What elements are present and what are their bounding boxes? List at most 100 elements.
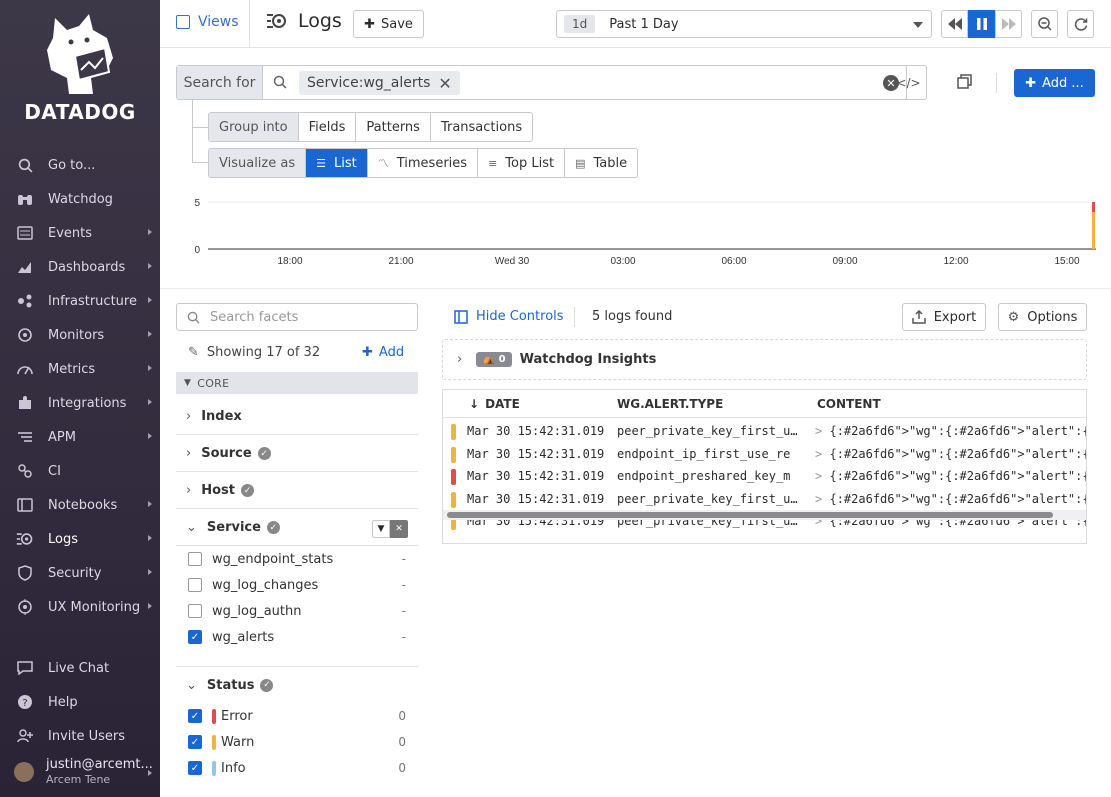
rewind-button[interactable] [941, 10, 968, 38]
sidebar-item-go-to[interactable]: Go to... [0, 150, 160, 180]
sidebar-item-apm[interactable]: APM [0, 422, 160, 452]
pause-button[interactable] [968, 10, 995, 38]
visualize-as-selector: Visualize as ☰ List 〽 Timeseries ≡ Top L… [208, 148, 639, 178]
search-icon [16, 156, 34, 174]
sidebar-item-metrics[interactable]: Metrics [0, 354, 160, 384]
facet-group-host[interactable]: › Host ✓ [176, 473, 418, 509]
facet-group-status[interactable]: ⌄ Status ✓ [176, 667, 418, 703]
check-circle-icon: ✓ [257, 447, 271, 460]
facet-value-wg-log-changes[interactable]: wg_log_changes - [188, 574, 418, 596]
chart-bar-warn [1092, 212, 1095, 249]
plus-icon: ✚ [362, 345, 373, 360]
save-button[interactable]: ✚ Save [353, 10, 424, 38]
checkbox[interactable]: ✓ [188, 761, 202, 775]
user-menu[interactable]: justin@arcemt... Arcem Tene [0, 752, 160, 792]
facet-group-label: Host [201, 483, 235, 498]
facet-count[interactable]: ✎ Showing 17 of 32 [188, 345, 320, 360]
timeseries-icon: 〽 [377, 157, 389, 170]
facet-search-placeholder: Search facets [210, 309, 299, 325]
add-facet-label: Add [378, 345, 405, 360]
facet-value-wg-alerts[interactable]: ✓ wg_alerts - [188, 626, 418, 648]
facet-group-index[interactable]: › Index [176, 399, 418, 435]
hide-controls-button[interactable]: Hide Controls [454, 309, 564, 324]
sidebar-item-ci[interactable]: CI [0, 456, 160, 486]
sidebar-item-notebooks[interactable]: Notebooks [0, 490, 160, 520]
facet-search-input[interactable]: Search facets [176, 303, 418, 331]
group-into-patterns[interactable]: Patterns [356, 113, 431, 141]
table-row[interactable]: Mar 30 15:42:31.019 peer_private_key_firs… [443, 421, 1086, 443]
divider [249, 0, 250, 48]
sidebar-item-monitors[interactable]: Monitors [0, 320, 160, 350]
visualize-table[interactable]: ▤ Table [565, 149, 637, 177]
visualize-timeseries[interactable]: 〽 Timeseries [368, 149, 479, 177]
sidebar-item-live-chat[interactable]: Live Chat [0, 653, 160, 683]
group-into-transactions[interactable]: Transactions [431, 113, 532, 141]
top-bar: Views Logs ✚ Save 1d Past 1 Day [160, 0, 1111, 48]
checkbox[interactable]: ✓ [188, 735, 202, 749]
checkbox[interactable] [188, 604, 202, 618]
hide-controls-label: Hide Controls [476, 309, 564, 324]
column-header-date[interactable]: ↓ DATE [469, 397, 520, 411]
datadog-logo[interactable]: DATADOG [0, 8, 160, 133]
views-button[interactable]: Views [176, 14, 239, 30]
horizontal-scrollbar[interactable] [447, 512, 1053, 518]
core-section-header[interactable]: ▼ CORE [176, 372, 418, 394]
filter-icon[interactable]: ▼ [372, 520, 390, 538]
table-row[interactable]: Mar 30 15:42:31.019 peer_private_key_firs… [443, 489, 1086, 511]
checkbox[interactable]: ✓ [188, 630, 202, 644]
code-view-button[interactable]: </> [891, 65, 927, 100]
sidebar-item-security[interactable]: Security [0, 558, 160, 588]
facet-value-status-warn[interactable]: ✓ Warn 0 [188, 731, 418, 753]
binoculars-icon [16, 190, 34, 208]
sidebar-item-infrastructure[interactable]: Infrastructure [0, 286, 160, 316]
column-header-alert-type[interactable]: WG.ALERT.TYPE [617, 397, 723, 411]
checkbox[interactable] [188, 578, 202, 592]
column-header-content[interactable]: CONTENT [817, 397, 881, 411]
group-into-label: Group into [209, 113, 299, 141]
sidebar-item-logs[interactable]: Logs [0, 524, 160, 554]
log-volume-chart[interactable]: 5 0 18:00 21:00 Wed 30 03:00 06:00 09:00 12:00… [160, 190, 1111, 270]
checkbox[interactable]: ✓ [188, 709, 202, 723]
facet-value-status-error[interactable]: ✓ Error 0 [188, 705, 418, 727]
zoom-out-button[interactable] [1031, 10, 1058, 38]
sidebar-item-integrations[interactable]: Integrations [0, 388, 160, 418]
add-facet-button[interactable]: ✚ Add [362, 345, 404, 360]
time-range-selector[interactable]: 1d Past 1 Day [556, 10, 932, 38]
visualize-toplist[interactable]: ≡ Top List [478, 149, 566, 177]
chart-bar-error [1092, 202, 1095, 212]
sidebar-item-events[interactable]: Events [0, 218, 160, 248]
options-button[interactable]: ⚙ Options [998, 303, 1087, 331]
refresh-button[interactable] [1067, 10, 1094, 38]
facet-value-status-info[interactable]: ✓ Info 0 [188, 757, 418, 779]
watchdog-insights-bar[interactable]: › ⛺ 0 Watchdog Insights [442, 339, 1087, 380]
core-section-label: CORE [197, 376, 230, 390]
facet-group-source[interactable]: › Source ✓ [176, 436, 418, 472]
facet-value-wg-endpoint-stats[interactable]: wg_endpoint_stats - [188, 548, 418, 570]
group-into-fields[interactable]: Fields [299, 113, 357, 141]
sidebar-item-invite-users[interactable]: Invite Users [0, 721, 160, 751]
sidebar-item-dashboards[interactable]: Dashboards [0, 252, 160, 282]
close-icon[interactable]: ✕ [390, 520, 408, 538]
search-bar[interactable]: Search for Service:wg_alerts ✕ ✕ [176, 65, 907, 100]
events-icon [16, 224, 34, 242]
close-icon[interactable]: ✕ [438, 74, 451, 93]
x-tick-label: 09:00 [832, 256, 857, 267]
visualize-list[interactable]: ☰ List [306, 149, 368, 177]
search-filter-pill[interactable]: Service:wg_alerts ✕ [299, 71, 460, 95]
fast-forward-button[interactable] [995, 10, 1022, 38]
export-button[interactable]: Export [902, 303, 986, 331]
checkbox[interactable] [188, 552, 202, 566]
binoculars-icon: ⛺ [482, 354, 495, 365]
facet-value-count: 0 [398, 761, 406, 775]
copy-icon[interactable] [957, 74, 973, 90]
sidebar-item-label: Security [48, 565, 102, 581]
page-title: Logs [266, 10, 342, 32]
facet-value-wg-log-authn[interactable]: wg_log_authn - [188, 600, 418, 622]
table-row[interactable]: Mar 30 15:42:31.019 endpoint_ip_first_use… [443, 444, 1086, 466]
sidebar-item-ux-monitoring[interactable]: UX Monitoring [0, 592, 160, 622]
sidebar-item-help[interactable]: ? Help [0, 687, 160, 717]
arrow-down-icon: ↓ [469, 397, 480, 411]
sidebar-item-watchdog[interactable]: Watchdog [0, 184, 160, 214]
add-button[interactable]: ✚ Add ... [1014, 69, 1095, 97]
table-row[interactable]: Mar 30 15:42:31.019 endpoint_preshared_ke… [443, 466, 1086, 488]
